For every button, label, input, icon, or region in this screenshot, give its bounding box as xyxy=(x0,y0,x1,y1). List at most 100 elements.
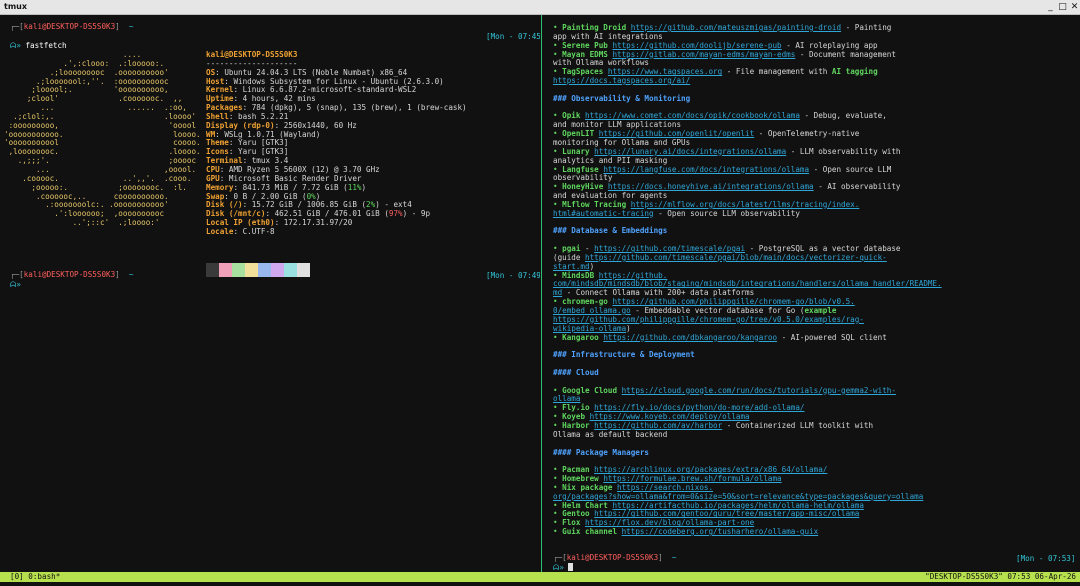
text-span: • xyxy=(553,23,563,32)
maximize-button[interactable]: □ xyxy=(1057,0,1068,14)
info-value: Yaru [GTK3] xyxy=(238,138,289,148)
text-span: Homebrew xyxy=(562,474,599,484)
url-link[interactable]: https://fly.io/docs/python/do-more/add-o… xyxy=(594,403,804,412)
text-span: AI tagging xyxy=(831,67,878,77)
info-label: Local IP (eth0) xyxy=(206,218,275,228)
url-link[interactable]: https://docs.honeyhive.ai/integrations/o… xyxy=(608,182,814,191)
url-link[interactable]: https://www.tagspaces.org xyxy=(608,67,722,76)
text-span: with Ollama workflows xyxy=(553,58,650,68)
right-terminal-pane[interactable]: • Painting Droid https://github.com/mate… xyxy=(544,15,1080,572)
url-link[interactable]: https://github.com/mateuszmigas/painting… xyxy=(631,23,841,32)
url-link[interactable]: https://www.comet.com/docs/opik/cookbook… xyxy=(585,111,800,121)
text-span: • xyxy=(553,403,563,413)
url-link[interactable]: https://github.com/doolijb/serene-pub xyxy=(612,41,781,50)
url-link[interactable]: https://www.koyeb.com/deploy/ollama xyxy=(590,412,750,421)
status-right: "DESKTOP-DS5S0K3" 07:53 06-Apr-26 xyxy=(925,572,1076,581)
close-button[interactable]: ✕ xyxy=(1069,0,1080,14)
url-link[interactable]: https://github.com/timescale/pgai/blob/m… xyxy=(585,253,887,262)
url-link[interactable]: wikipedia-ollama xyxy=(553,324,626,333)
text-span: • xyxy=(553,385,563,395)
url-link[interactable]: https://github.com/philippgille/chromem-… xyxy=(612,297,854,306)
prompt-corner: ┌─ xyxy=(10,270,20,279)
info-label: Uptime xyxy=(206,94,234,104)
url-link[interactable]: https://github.com/timescale/pgai xyxy=(594,244,745,253)
info-label: CPU xyxy=(206,164,220,174)
url-link[interactable]: ollama xyxy=(553,394,580,404)
url-link[interactable]: https://github.com/philippgille/chromem-… xyxy=(553,315,864,324)
text-span: • xyxy=(553,40,563,50)
url-link[interactable]: https://github.com/av/harbor xyxy=(594,421,722,430)
url-link[interactable]: com/mindsdb/mindsdb/blob/staging/mindsdb… xyxy=(553,279,942,289)
text-span: - Open source LLM xyxy=(809,164,892,174)
prompt-line: ┌─[kali@DESKTOP-DS5S0K3] ~ xyxy=(10,270,134,279)
text-span: Mayan EDMS xyxy=(562,49,608,59)
pane-divider[interactable] xyxy=(541,15,542,572)
info-colon: : xyxy=(215,67,225,77)
usage-percent: 2% xyxy=(366,200,376,210)
prompt-time: [Mon - 07:45] xyxy=(486,32,540,41)
command-text: fastfetch xyxy=(25,41,67,50)
url-link[interactable]: https://codeberg.org/tusharhero/ollama-g… xyxy=(622,527,819,536)
url-link[interactable]: 0/embed_ollama.go xyxy=(553,306,631,315)
prompt-user: kali@DESKTOP-DS5S0K3 xyxy=(23,270,116,279)
prompt-time: [Mon - 07:49] xyxy=(486,271,540,280)
url-link[interactable]: https://flox.dev/blog/ollama-part-one xyxy=(585,518,754,527)
prompt-corner: ┌─ xyxy=(553,553,563,562)
left-terminal-pane[interactable]: ┌─[kali@DESKTOP-DS5S0K3] ~ [Mon - 07:45]… xyxy=(0,15,540,572)
text-span: • xyxy=(553,518,563,528)
window-list[interactable]: [0] 0:bash* xyxy=(10,572,60,582)
usage-percent: 0% xyxy=(306,191,316,201)
info-colon: : xyxy=(219,164,229,174)
minimize-button[interactable]: _ xyxy=(1045,0,1056,14)
url-link[interactable]: https://github.com/openlit/openlit xyxy=(599,129,754,138)
url-link[interactable]: https://langfuse.com/docs/integrations/o… xyxy=(603,165,809,174)
text-span: • xyxy=(553,412,563,422)
tmux-status-bar: [0] 0:bash* "DESKTOP-DS5S0K3" 07:53 06-A… xyxy=(0,572,1080,582)
color-swatch xyxy=(232,263,245,277)
output-line: Ollama as default backend xyxy=(553,430,942,440)
markdown-output: • Painting Droid https://github.com/mate… xyxy=(553,23,942,537)
info-value: AMD Ryzen 5 5600X (12) @ 3.70 GHz xyxy=(228,164,380,174)
url-link[interactable]: https://github. xyxy=(599,271,668,280)
text-span: • xyxy=(553,482,563,492)
url-link[interactable]: https://cloud.google.com/run/docs/tutori… xyxy=(622,386,896,395)
text-span: • xyxy=(553,332,563,342)
text-span: Opik xyxy=(562,111,581,121)
info-colon: : xyxy=(228,111,239,121)
info-colon: : xyxy=(274,120,284,130)
url-link[interactable]: org/packages?show=ollama&from=0&size=50&… xyxy=(553,492,923,501)
url-link[interactable]: https://search.nixos. xyxy=(617,483,713,492)
url-link[interactable]: https://github.com/gentoo/guru/tree/mast… xyxy=(594,509,859,518)
info-colon: : xyxy=(215,129,225,139)
info-colon: : xyxy=(228,147,239,157)
url-link[interactable]: start.md xyxy=(553,262,590,271)
text-span: monitoring for Ollama and GPUs xyxy=(553,137,691,147)
info-label: GPU xyxy=(206,173,220,183)
url-link[interactable]: html#automatic-tracing xyxy=(553,209,654,218)
url-link[interactable]: https://artifacthub.io/packages/helm/oll… xyxy=(612,501,863,510)
url-link[interactable]: https://formulae.brew.sh/formula/ollama xyxy=(603,474,781,483)
info-value: tmux 3.4 xyxy=(251,156,289,166)
text-span: analytics and PII masking xyxy=(553,155,668,165)
ubuntu-ascii-logo: .... .',:clooo: .:looooo:. .;looooooooc … xyxy=(4,50,201,228)
info-value: 0 B / 2.00 GiB ( xyxy=(233,191,307,201)
color-swatch xyxy=(245,263,258,277)
url-link[interactable]: https://github.com/dbkangaroo/kangaroo xyxy=(603,333,777,342)
command-line[interactable]: ᗣ» xyxy=(553,563,574,572)
url-link[interactable]: md xyxy=(553,288,562,297)
info-value: Ubuntu 24.04.3 LTS (Noble Numbat) x86_64 xyxy=(224,67,408,77)
info-suffix: ) xyxy=(315,191,321,201)
text-span: - Connect Ollama with 200+ data platform… xyxy=(562,288,755,298)
text-span: TagSpaces xyxy=(562,67,604,77)
url-link[interactable]: https://archlinux.org/packages/extra/x86… xyxy=(594,465,827,474)
url-link[interactable]: https://lunary.ai/docs/integrations/olla… xyxy=(594,147,786,156)
info-colon: : xyxy=(219,173,229,183)
info-value: 172.17.31.97/20 xyxy=(283,218,353,228)
text-span: • xyxy=(553,500,563,510)
info-label: Host xyxy=(206,76,225,86)
url-link[interactable]: https://docs.tagspaces.org/ai/ xyxy=(553,76,690,85)
info-colon: : xyxy=(233,94,243,104)
url-link[interactable]: https://gitlab.com/mayan-edms/mayan-edms xyxy=(612,50,795,59)
url-link[interactable]: https://mlflow.org/docs/latest/llms/trac… xyxy=(631,200,860,209)
text-span: • xyxy=(553,164,563,174)
